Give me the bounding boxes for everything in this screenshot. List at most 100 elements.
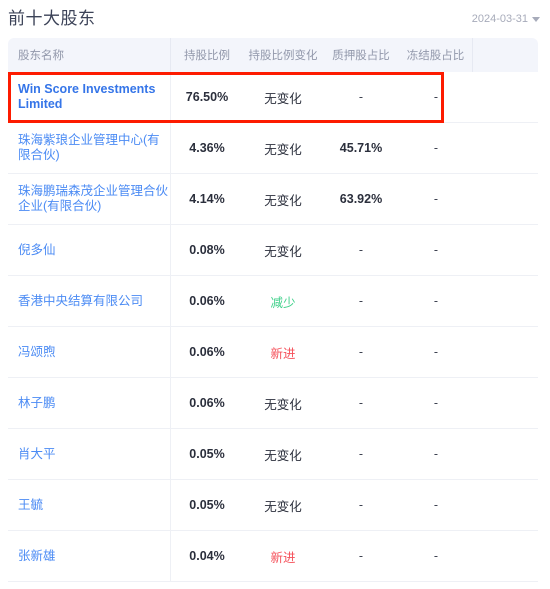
frozen-ratio-value: - xyxy=(433,294,439,308)
table-row[interactable]: 珠海鹏瑞森茂企业管理合伙企业(有限合伙) 4.14% 无变化 63.92% - xyxy=(8,174,538,225)
frozen-ratio-value: - xyxy=(433,447,439,461)
date-period-select[interactable]: 2024-03-31 xyxy=(472,13,540,25)
shareholder-name-link[interactable]: Win Score Investments Limited xyxy=(8,72,171,122)
pledge-ratio-cell: - xyxy=(323,72,399,122)
holding-ratio-cell: 4.14% xyxy=(171,174,243,224)
holding-change-value: 新进 xyxy=(270,550,296,565)
table-row[interactable]: 倪多仙 0.08% 无变化 - - xyxy=(8,225,538,276)
frozen-ratio-value: - xyxy=(433,243,439,257)
column-header-name: 股东名称 xyxy=(8,38,171,72)
frozen-ratio-cell: - xyxy=(399,429,473,479)
pledge-ratio-cell: - xyxy=(323,429,399,479)
frozen-ratio-cell: - xyxy=(399,327,473,377)
frozen-ratio-value: - xyxy=(433,90,439,104)
holding-ratio-cell: 0.08% xyxy=(171,225,243,275)
frozen-ratio-cell: - xyxy=(399,72,473,122)
table-row[interactable]: 冯颂煦 0.06% 新进 - - xyxy=(8,327,538,378)
holding-change-cell: 无变化 xyxy=(243,225,323,275)
row-tail-cell xyxy=(473,276,538,326)
shareholder-name-link[interactable]: 林子鹏 xyxy=(8,378,171,428)
table-row[interactable]: 肖大平 0.05% 无变化 - - xyxy=(8,429,538,480)
shareholder-name-text: 倪多仙 xyxy=(18,242,56,257)
holding-change-value: 无变化 xyxy=(264,142,302,157)
table-row[interactable]: 林子鹏 0.06% 无变化 - - xyxy=(8,378,538,429)
holding-change-value: 减少 xyxy=(270,295,296,310)
holding-change-cell: 无变化 xyxy=(243,174,323,224)
shareholder-name-link[interactable]: 倪多仙 xyxy=(8,225,171,275)
panel-header: 前十大股东 2024-03-31 xyxy=(0,0,550,38)
row-tail-cell xyxy=(473,378,538,428)
column-header-pledge: 质押股占比 xyxy=(332,50,390,62)
row-tail-cell xyxy=(473,225,538,275)
pledge-ratio-value: - xyxy=(358,90,364,104)
frozen-ratio-cell: - xyxy=(399,225,473,275)
holding-ratio-value: 0.06% xyxy=(189,294,225,308)
holding-ratio-cell: 0.06% xyxy=(171,327,243,377)
shareholder-name-link[interactable]: 冯颂煦 xyxy=(8,327,171,377)
shareholder-name-link[interactable]: 珠海鹏瑞森茂企业管理合伙企业(有限合伙) xyxy=(8,174,171,224)
shareholder-name-text: 王毓 xyxy=(18,497,44,512)
holding-change-value: 无变化 xyxy=(264,193,302,208)
frozen-ratio-value: - xyxy=(433,396,439,410)
holding-ratio-value: 4.14% xyxy=(189,192,225,206)
holding-change-value: 无变化 xyxy=(264,397,302,412)
holding-ratio-cell: 4.36% xyxy=(171,123,243,173)
holding-change-value: 无变化 xyxy=(264,91,302,106)
frozen-ratio-value: - xyxy=(433,141,439,155)
holding-ratio-value: 0.06% xyxy=(189,345,225,359)
holding-ratio-cell: 0.05% xyxy=(171,429,243,479)
pledge-ratio-cell: - xyxy=(323,276,399,326)
holding-ratio-cell: 0.06% xyxy=(171,378,243,428)
row-tail-cell xyxy=(473,327,538,377)
table-row[interactable]: 香港中央结算有限公司 0.06% 减少 - - xyxy=(8,276,538,327)
frozen-ratio-cell: - xyxy=(399,123,473,173)
column-header-frozen: 冻结股占比 xyxy=(399,38,473,72)
shareholder-name-link[interactable]: 王毓 xyxy=(8,480,171,530)
shareholder-name-text: Win Score Investments Limited xyxy=(18,82,156,111)
holding-change-value: 无变化 xyxy=(264,448,302,463)
frozen-ratio-value: - xyxy=(433,192,439,206)
pledge-ratio-cell: 63.92% xyxy=(323,174,399,224)
holding-ratio-value: 76.50% xyxy=(185,90,229,104)
table-row[interactable]: 珠海紫琅企业管理中心(有限合伙) 4.36% 无变化 45.71% - xyxy=(8,123,538,174)
holding-change-value: 新进 xyxy=(270,346,296,361)
table-row[interactable]: Win Score Investments Limited 76.50% 无变化 - - xyxy=(8,72,538,123)
pledge-ratio-cell: 45.71% xyxy=(323,123,399,173)
shareholder-name-text: 冯颂煦 xyxy=(18,344,56,359)
row-tail-cell xyxy=(473,531,538,581)
shareholder-name-link[interactable]: 珠海紫琅企业管理中心(有限合伙) xyxy=(8,123,171,173)
shareholder-name-text: 林子鹏 xyxy=(18,395,56,410)
row-tail-cell xyxy=(473,480,538,530)
holding-ratio-value: 4.36% xyxy=(189,141,225,155)
shareholder-name-link[interactable]: 张新雄 xyxy=(8,531,171,581)
holding-change-cell: 减少 xyxy=(243,276,323,326)
table-row[interactable]: 张新雄 0.04% 新进 - - xyxy=(8,531,538,582)
date-period-value: 2024-03-31 xyxy=(471,13,528,25)
holding-change-cell: 无变化 xyxy=(243,378,323,428)
row-tail-cell xyxy=(473,72,538,122)
shareholder-name-text: 肖大平 xyxy=(18,446,56,461)
column-header-change: 持股比例变化 xyxy=(248,50,318,62)
pledge-ratio-value: - xyxy=(358,345,364,359)
table-body: Win Score Investments Limited 76.50% 无变化 - -… xyxy=(8,72,538,582)
frozen-ratio-cell: - xyxy=(399,174,473,224)
holding-ratio-value: 0.08% xyxy=(189,243,225,257)
shareholder-name-link[interactable]: 肖大平 xyxy=(8,429,171,479)
holding-change-cell: 新进 xyxy=(243,327,323,377)
shareholder-name-link[interactable]: 香港中央结算有限公司 xyxy=(8,276,171,326)
holding-ratio-value: 0.06% xyxy=(189,396,225,410)
frozen-ratio-cell: - xyxy=(399,531,473,581)
pledge-ratio-cell: - xyxy=(323,225,399,275)
pledge-ratio-cell: - xyxy=(323,378,399,428)
frozen-ratio-value: - xyxy=(433,345,439,359)
row-tail-cell xyxy=(473,123,538,173)
holding-ratio-cell: 0.06% xyxy=(171,276,243,326)
holding-change-cell: 无变化 xyxy=(243,480,323,530)
pledge-ratio-value: 45.71% xyxy=(339,141,383,155)
shareholder-name-text: 珠海紫琅企业管理中心(有限合伙) xyxy=(18,133,160,162)
holding-change-value: 无变化 xyxy=(264,244,302,259)
frozen-ratio-value: - xyxy=(433,549,439,563)
table-row[interactable]: 王毓 0.05% 无变化 - - xyxy=(8,480,538,531)
pledge-ratio-value: - xyxy=(358,396,364,410)
shareholder-name-text: 香港中央结算有限公司 xyxy=(18,293,144,308)
